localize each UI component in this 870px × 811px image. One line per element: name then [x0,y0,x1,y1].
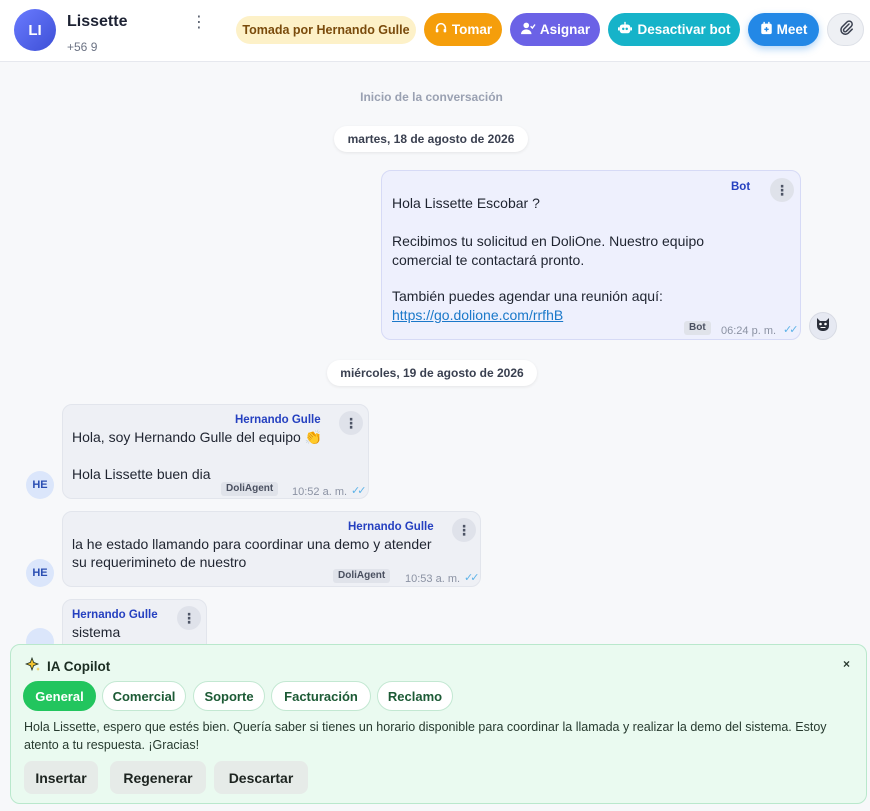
sparkle-icon [24,656,41,676]
taken-by-badge: Tomada por Hernando Gulle [236,16,416,44]
disable-bot-button-label: Desactivar bot [637,22,731,37]
message-text: Recibimos tu solicitud en DoliOne. Nuest… [392,233,705,249]
message-sender: Bot [731,181,751,193]
take-button[interactable]: Tomar [424,13,502,46]
message-text: Hola Lissette buen dia [72,466,211,482]
double-check-icon: ✓✓ [351,485,367,497]
message-bubble-bot: Bot ⋮ Hola Lissette Escobar ? Recibimos … [381,170,801,340]
copilot-title-label: IA Copilot [47,659,111,674]
copilot-title: IA Copilot [24,656,111,676]
contact-avatar: LI [14,9,56,51]
agent-avatar: HE [26,471,54,499]
message-options-icon[interactable]: ⋮ [770,178,794,202]
paperclip-icon [839,19,853,40]
message-options-icon[interactable]: ⋮ [177,606,201,630]
message-text: Hola Lissette Escobar ? [392,195,540,211]
message-bubble-agent: Hernando Gulle ⋮ la he estado llamando p… [62,511,481,587]
user-assign-icon [520,21,536,38]
insert-button[interactable]: Insertar [24,761,98,794]
ai-copilot-panel: IA Copilot × General Comercial Soporte F… [10,644,867,804]
tab-general[interactable]: General [23,681,96,711]
date-separator: martes, 18 de agosto de 2026 [334,126,528,152]
message-text: comercial te contactará pronto. [392,252,585,268]
tab-reclamo[interactable]: Reclamo [377,681,453,711]
message-text: sistema [72,624,121,640]
tab-facturacion[interactable]: Facturación [271,681,371,711]
message-text: la he estado llamando para coordinar una… [72,536,432,552]
agent-avatar: HE [26,559,54,587]
message-source-tag: Bot [684,321,711,335]
meet-button-label: Meet [776,22,808,37]
bot-avatar [809,312,837,340]
take-button-label: Tomar [451,22,493,37]
message-text: su requerimineto de nuestro [72,554,247,570]
discard-button[interactable]: Descartar [214,761,308,794]
message-source-tag: DoliAgent [333,569,391,583]
more-options-icon[interactable]: ⋮ [190,14,208,32]
double-check-icon: ✓✓ [783,324,799,336]
message-time: 06:24 p. m. [721,325,777,337]
message-bubble-agent: Hernando Gulle ⋮ Hola, soy Hernando Gull… [62,404,369,499]
assign-button[interactable]: Asignar [510,13,600,46]
message-options-icon[interactable]: ⋮ [452,518,476,542]
meet-button[interactable]: Meet [748,13,819,46]
message-text: Hola, soy Hernando Gulle del equipo 👏 [72,429,323,445]
meeting-link[interactable]: https://go.dolione.com/rrfhB [392,306,579,325]
message-time: 10:52 a. m. [292,486,348,498]
robot-icon [617,21,633,38]
tab-soporte[interactable]: Soporte [193,681,265,711]
close-icon[interactable]: × [843,657,850,671]
attach-button[interactable] [827,13,864,46]
contact-name: Lissette [67,13,128,30]
contact-phone: +56 9 [67,40,98,54]
date-separator: miércoles, 19 de agosto de 2026 [327,360,537,386]
message-source-tag: DoliAgent [221,482,279,496]
bot-face-icon [815,317,831,336]
message-time: 10:53 a. m. [405,573,461,585]
tab-comercial[interactable]: Comercial [102,681,186,711]
chat-header: LI Lissette +56 9 ⋮ Tomada por Hernando … [0,0,870,62]
headset-icon [434,21,448,38]
double-check-icon: ✓✓ [464,572,480,584]
assign-button-label: Asignar [539,22,591,37]
disable-bot-button[interactable]: Desactivar bot [608,13,740,46]
regenerate-button[interactable]: Regenerar [110,761,206,794]
copilot-suggestion-text: Hola Lissette, espero que estés bien. Qu… [24,720,827,752]
conversation-start-label: Inicio de la conversación [360,90,503,104]
message-options-icon[interactable]: ⋮ [339,411,363,435]
calendar-plus-icon [760,21,773,38]
message-text: También puedes agendar una reunión aquí: [392,288,663,304]
